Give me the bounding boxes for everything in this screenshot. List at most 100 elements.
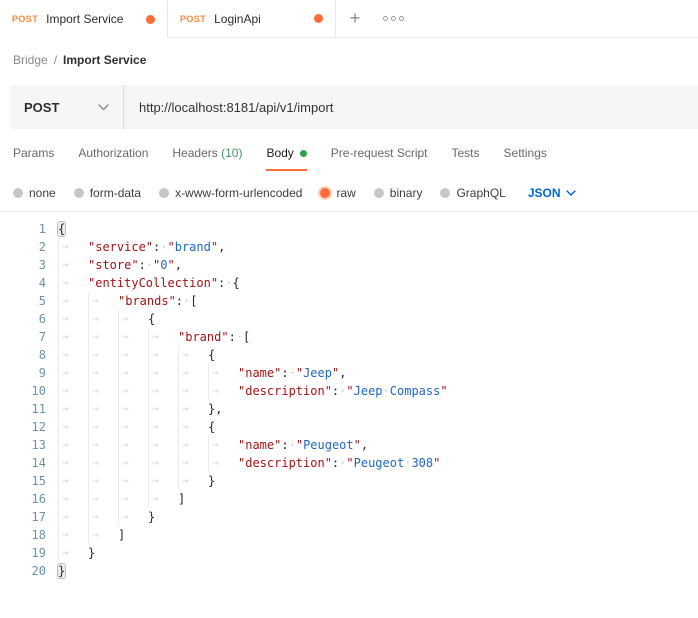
tab-whitespace-icon (58, 364, 88, 382)
token-k: "brands" (118, 294, 176, 308)
code-line[interactable]: 2"service":·"brand", (0, 238, 698, 256)
tab-settings[interactable]: Settings (504, 146, 547, 171)
code-line[interactable]: 15} (0, 472, 698, 490)
tab-whitespace-icon (178, 400, 208, 418)
window-tab-import-service[interactable]: POST Import Service (0, 0, 168, 38)
code-line[interactable]: 4"entityCollection":·{ (0, 274, 698, 292)
tab-body[interactable]: Body (266, 146, 306, 171)
tab-whitespace-icon (58, 490, 88, 508)
body-editor[interactable]: 1{2"service":·"brand",3"store":·"0",4"en… (0, 212, 698, 580)
tab-whitespace-icon (208, 436, 238, 454)
line-number: 7 (0, 328, 46, 346)
code-line[interactable]: 16] (0, 490, 698, 508)
line-number: 16 (0, 490, 46, 508)
token-d: · (146, 258, 153, 272)
new-tab-button[interactable]: + (336, 0, 374, 37)
token-v: 0 (160, 258, 167, 272)
code-line[interactable]: 20} (0, 562, 698, 580)
code-line[interactable]: 19} (0, 544, 698, 562)
token-k: "brand" (178, 330, 229, 344)
radio-form-data[interactable]: form-data (74, 186, 141, 200)
code-line[interactable]: 5"brands":·[ (0, 292, 698, 310)
token-k: "description" (238, 384, 332, 398)
line-content: "name":·"Peugeot", (58, 436, 368, 454)
token-q: " (211, 240, 218, 254)
tab-whitespace-icon (58, 328, 88, 346)
token-p: , (218, 240, 225, 254)
tab-whitespace-icon (88, 328, 118, 346)
token-m: } (58, 564, 65, 578)
window-tab-title: Import Service (46, 12, 123, 26)
code-line[interactable]: 1{ (0, 220, 698, 238)
line-content: "store":·"0", (58, 256, 182, 274)
line-content: "description":·"Peugeot·308" (58, 454, 440, 472)
radio-binary[interactable]: binary (374, 186, 423, 200)
tab-whitespace-icon (148, 382, 178, 400)
token-p: , (339, 366, 346, 380)
code-line[interactable]: 12{ (0, 418, 698, 436)
tab-whitespace-icon (148, 490, 178, 508)
breadcrumb-current: Import Service (63, 53, 146, 67)
tab-params[interactable]: Params (13, 146, 54, 171)
code-line[interactable]: 11}, (0, 400, 698, 418)
language-dropdown[interactable]: JSON (528, 186, 576, 200)
line-number: 1 (0, 220, 46, 238)
tab-whitespace-icon (88, 364, 118, 382)
line-content: { (58, 418, 215, 436)
token-p: ] (178, 492, 185, 506)
method-dropdown[interactable]: POST (10, 85, 123, 129)
line-content: } (58, 544, 95, 562)
more-options-icon[interactable] (374, 0, 412, 37)
tab-whitespace-icon (58, 436, 88, 454)
line-content: ] (58, 526, 125, 544)
code-line[interactable]: 17} (0, 508, 698, 526)
line-number: 10 (0, 382, 46, 400)
url-input[interactable]: http://localhost:8181/api/v1/import (124, 85, 698, 129)
token-p: : (229, 330, 236, 344)
headers-count: (10) (221, 146, 242, 160)
tab-tests[interactable]: Tests (452, 146, 480, 171)
radio-x-www-form-urlencoded[interactable]: x-www-form-urlencoded (159, 186, 302, 200)
window-tab-loginapi[interactable]: POST LoginApi (168, 0, 336, 37)
tab-whitespace-icon (148, 364, 178, 382)
token-d: · (236, 330, 243, 344)
code-line[interactable]: 6{ (0, 310, 698, 328)
token-q: " (346, 456, 353, 470)
token-k: "name" (238, 366, 281, 380)
line-content: { (58, 346, 215, 364)
breadcrumb-collection[interactable]: Bridge (13, 53, 48, 67)
tab-whitespace-icon (88, 418, 118, 436)
code-line[interactable]: 7"brand":·[ (0, 328, 698, 346)
code-line[interactable]: 18] (0, 526, 698, 544)
code-line[interactable]: 14"description":·"Peugeot·308" (0, 454, 698, 472)
token-d: · (289, 366, 296, 380)
token-q: " (433, 456, 440, 470)
tab-headers[interactable]: Headers (10) (172, 146, 242, 171)
radio-icon (74, 188, 84, 198)
line-number: 15 (0, 472, 46, 490)
token-p: { (148, 312, 155, 326)
token-p: : (281, 366, 288, 380)
tab-whitespace-icon (58, 238, 88, 256)
code-line[interactable]: 10"description":·"Jeep·Compass" (0, 382, 698, 400)
radio-icon (440, 188, 450, 198)
tab-authorization[interactable]: Authorization (78, 146, 148, 171)
tab-whitespace-icon (118, 472, 148, 490)
tab-whitespace-icon (118, 310, 148, 328)
code-line[interactable]: 3"store":·"0", (0, 256, 698, 274)
token-k: "name" (238, 438, 281, 452)
tab-whitespace-icon (88, 310, 118, 328)
token-v: Peugeot (303, 438, 354, 452)
tab-whitespace-icon (148, 418, 178, 436)
radio-graphql[interactable]: GraphQL (440, 186, 505, 200)
tab-whitespace-icon (58, 256, 88, 274)
code-line[interactable]: 13"name":·"Peugeot", (0, 436, 698, 454)
code-line[interactable]: 8{ (0, 346, 698, 364)
code-line[interactable]: 9"name":·"Jeep", (0, 364, 698, 382)
radio-none[interactable]: none (13, 186, 56, 200)
token-p: }, (208, 402, 222, 416)
tab-pre-request-script[interactable]: Pre-request Script (331, 146, 428, 171)
radio-raw[interactable]: raw (320, 186, 355, 200)
token-p: ] (118, 528, 125, 542)
token-k: "description" (238, 456, 332, 470)
